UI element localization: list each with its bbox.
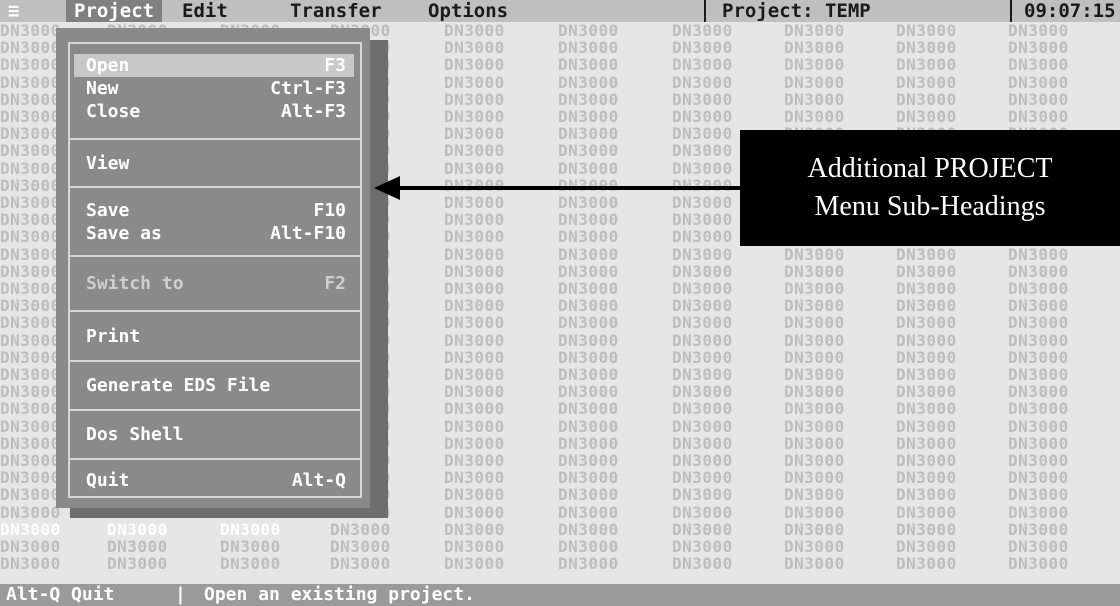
annotation-callout: Additional PROJECT Menu Sub-Headings [740, 130, 1120, 246]
callout-arrow-icon [374, 176, 740, 200]
callout-line-1: Additional PROJECT [807, 153, 1053, 184]
callout-line-2: Menu Sub-Headings [814, 191, 1046, 222]
terminal-screen: DN3000 DN3000 DN3000 DN3000 DN3000 DN3000 DN30… [0, 0, 1120, 606]
